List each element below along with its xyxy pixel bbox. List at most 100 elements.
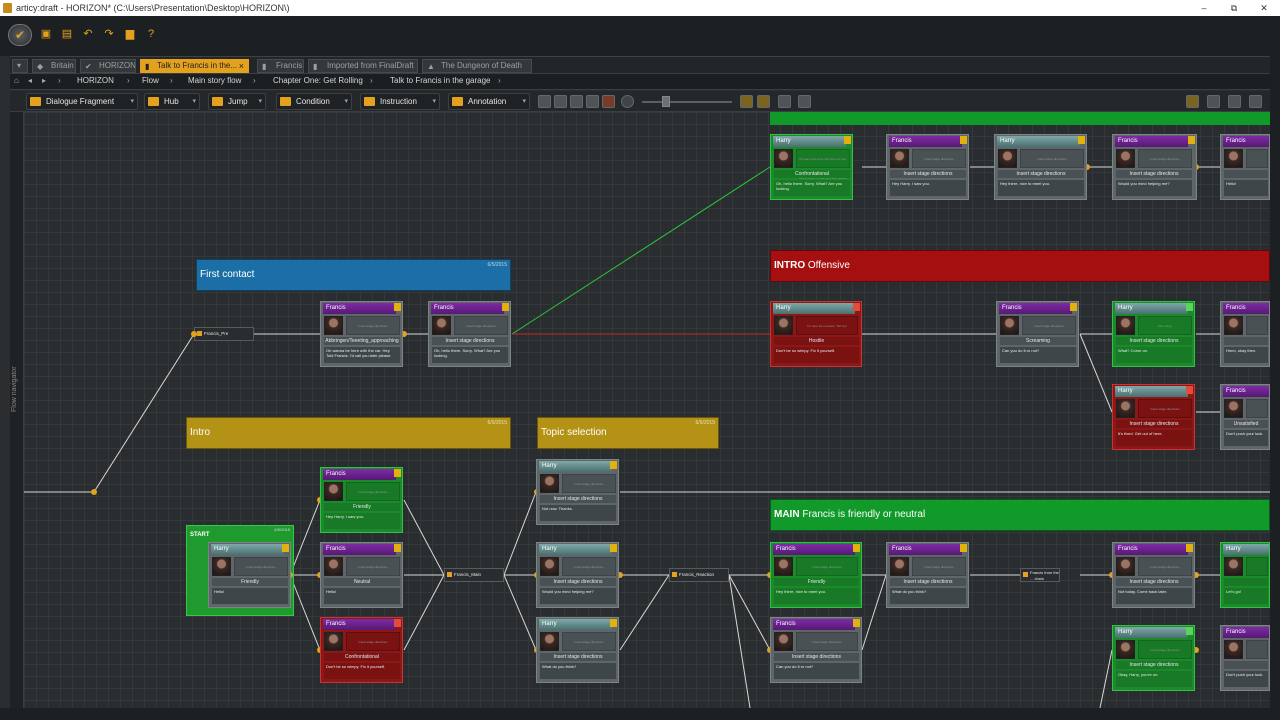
- save-icon[interactable]: ▣: [38, 26, 54, 42]
- close-window-button[interactable]: ✕: [1249, 0, 1279, 16]
- fragment-harry-start[interactable]: Harry Insert stage directions Friendly He…: [208, 542, 291, 608]
- fragment-harry[interactable]: Harry Insert stage directions Insert sta…: [994, 134, 1087, 200]
- note-first-contact[interactable]: First contact 6/5/2015: [196, 259, 511, 291]
- export-icon[interactable]: [778, 95, 791, 108]
- hub-button[interactable]: Hub ▾: [144, 93, 200, 110]
- fragment-harry-green[interactable]: Harry Let's go!: [1220, 542, 1270, 608]
- tab-francis[interactable]: ▮ Francis: [257, 59, 304, 73]
- chevron-down-icon[interactable]: ▾: [130, 94, 134, 109]
- breadcrumb-item[interactable]: HORIZON: [77, 76, 114, 85]
- fragment-francis[interactable]: Francis Insert stage directions Screamin…: [996, 301, 1079, 367]
- chevron-down-icon[interactable]: ▾: [522, 94, 526, 109]
- note-topic-selection[interactable]: Topic selection 6/5/2015: [537, 417, 719, 449]
- fragment-francis[interactable]: Francis Insert stage directions Insert s…: [428, 301, 511, 367]
- dialogue-fragment-button[interactable]: Dialogue Fragment ▾: [26, 93, 138, 110]
- fragment-harry-green[interactable]: Harry Sure thing. Insert stage direction…: [1112, 301, 1195, 367]
- fragment-francis-green[interactable]: Francis Insert stage directions Friendly…: [320, 467, 403, 533]
- fragment-harry[interactable]: Harry Insert stage directions Insert sta…: [536, 542, 619, 608]
- speaker-label: Harry: [211, 544, 284, 555]
- fragment-francis-red[interactable]: Francis Insert stage directions Confront…: [320, 617, 403, 683]
- back-icon[interactable]: ◂: [28, 76, 32, 85]
- note-top-green[interactable]: [770, 112, 1270, 125]
- fullscreen-icon[interactable]: [798, 95, 811, 108]
- breadcrumb-item[interactable]: Talk to Francis in the garage: [390, 76, 491, 85]
- fragment-francis[interactable]: Francis Unsatisfied Don't push your luck.: [1220, 384, 1270, 450]
- breadcrumb-item[interactable]: Main story flow: [188, 76, 241, 85]
- minimize-button[interactable]: –: [1189, 0, 1219, 16]
- button-label: Condition: [296, 97, 330, 106]
- fragment-harry-red[interactable]: Harry Insert stage directions Insert sta…: [1112, 384, 1195, 450]
- jump-button[interactable]: Jump ▾: [208, 93, 266, 110]
- connection-pin[interactable]: [91, 489, 97, 495]
- hub-francis-chain[interactable]: Francis from the ... chain: [1020, 568, 1060, 582]
- layout-icon[interactable]: [554, 95, 567, 108]
- fragment-harry[interactable]: Harry Insert stage directions Insert sta…: [536, 617, 619, 683]
- fragment-francis[interactable]: Francis Hmm, okay then.: [1220, 301, 1270, 367]
- chevron-down-icon[interactable]: ▾: [432, 94, 436, 109]
- annotation-button[interactable]: Annotation ▾: [448, 93, 530, 110]
- view-mode-icon[interactable]: [1186, 95, 1199, 108]
- note-main-friendly[interactable]: MAIN Francis is friendly or neutral: [770, 499, 1270, 531]
- group-icon[interactable]: [538, 95, 551, 108]
- close-tab-icon[interactable]: ×: [239, 60, 244, 72]
- hub-francis-main[interactable]: Francis_Main: [444, 568, 504, 582]
- forward-icon[interactable]: ▸: [42, 76, 46, 85]
- chevron-down-icon[interactable]: ▾: [258, 94, 262, 109]
- text-format-icon[interactable]: [602, 95, 615, 108]
- fragment-harry-top[interactable]: Harry Oh wanna be here with the car. Hey…: [770, 134, 853, 200]
- instruction-button[interactable]: Instruction ▾: [360, 93, 440, 110]
- fragment-francis[interactable]: Francis Hello!: [1220, 134, 1270, 200]
- show-grid-icon[interactable]: [757, 95, 770, 108]
- chevron-down-icon[interactable]: ▾: [192, 94, 196, 109]
- tab-britain[interactable]: ◆ Britain: [32, 59, 76, 73]
- flow-canvas[interactable]: First contact 6/5/2015 Intro 6/5/2015 Topi…: [24, 112, 1270, 708]
- fragment-francis[interactable]: Francis Insert stage directions Neutral H…: [320, 542, 403, 608]
- fragment-francis[interactable]: Francis Insert stage directions Insert s…: [886, 542, 969, 608]
- redo-icon[interactable]: ↷: [101, 26, 117, 42]
- save-all-icon[interactable]: ▤: [59, 26, 75, 42]
- home-icon[interactable]: ⌂: [14, 76, 19, 85]
- fragment-francis[interactable]: Francis Insert stage directions Abbringe…: [320, 301, 403, 367]
- list-view-icon[interactable]: [1207, 95, 1220, 108]
- fragment-harry[interactable]: Harry Insert stage directions Insert sta…: [536, 459, 619, 525]
- grid-snap-icon[interactable]: [740, 95, 753, 108]
- fragment-harry-red[interactable]: Harry I'm here for a reason. Tell me! Ho…: [770, 301, 862, 367]
- fragment-francis[interactable]: Francis Insert stage directions Insert s…: [1112, 134, 1197, 200]
- tab-horizon[interactable]: ✔ HORIZON: [80, 59, 136, 73]
- tile-view-icon[interactable]: [1228, 95, 1241, 108]
- undo-icon[interactable]: ↶: [80, 26, 96, 42]
- tab-imported-finaldraft[interactable]: ▮ Imported from FinalDraft: [308, 59, 418, 73]
- note-intro[interactable]: Intro 6/5/2015: [186, 417, 511, 449]
- search-icon[interactable]: [1249, 95, 1262, 108]
- breadcrumb-item[interactable]: Chapter One: Get Rolling: [273, 76, 363, 85]
- fragment-francis[interactable]: Francis Don't push your luck.: [1220, 625, 1270, 691]
- hub-francis-pre[interactable]: Francis_Pre: [194, 327, 254, 341]
- stage-directions: Insert stage directions: [1116, 170, 1192, 178]
- snapshot-icon[interactable]: [570, 95, 583, 108]
- zoom-slider[interactable]: [642, 101, 732, 103]
- folder-icon[interactable]: ▆: [122, 26, 138, 42]
- dialogue-text: Hey Harry. I saw you.: [324, 513, 400, 529]
- hub-francis-reaction[interactable]: Francis_Reaction: [669, 568, 729, 582]
- note-intro-offensive[interactable]: INTRO Offensive: [770, 250, 1270, 282]
- right-scrollbar[interactable]: [1270, 56, 1280, 720]
- main-menu-button[interactable]: ✔: [8, 24, 32, 46]
- tab-talk-to-francis[interactable]: ▮ Talk to Francis in the... ×: [140, 59, 249, 73]
- restore-button[interactable]: ⧉: [1219, 0, 1249, 16]
- help-icon[interactable]: ?: [143, 26, 159, 42]
- tab-dungeon-of-death[interactable]: ▲ The Dungeon of Death: [422, 59, 532, 73]
- zoom-icon[interactable]: [621, 95, 634, 108]
- flow-navigator-strip[interactable]: Flow navigator: [10, 112, 24, 708]
- chevron-down-icon[interactable]: ▾: [344, 94, 348, 109]
- zoom-slider-thumb[interactable]: [662, 96, 670, 107]
- fragment-harry-green[interactable]: Harry Insert stage directions Insert sta…: [1112, 625, 1195, 691]
- fragment-francis-green[interactable]: Francis Insert stage directions Friendly…: [770, 542, 862, 608]
- connect-icon[interactable]: [586, 95, 599, 108]
- breadcrumb-item[interactable]: Flow: [142, 76, 159, 85]
- fragment-francis[interactable]: Francis Insert stage directions Insert s…: [770, 617, 862, 683]
- condition-button[interactable]: Condition ▾: [276, 93, 352, 110]
- tab-list-button[interactable]: ▾: [12, 59, 28, 73]
- fragment-francis[interactable]: Francis Insert stage directions Insert s…: [886, 134, 969, 200]
- connection-pin[interactable]: [191, 331, 197, 337]
- fragment-francis[interactable]: Francis Insert stage directions Insert s…: [1112, 542, 1195, 608]
